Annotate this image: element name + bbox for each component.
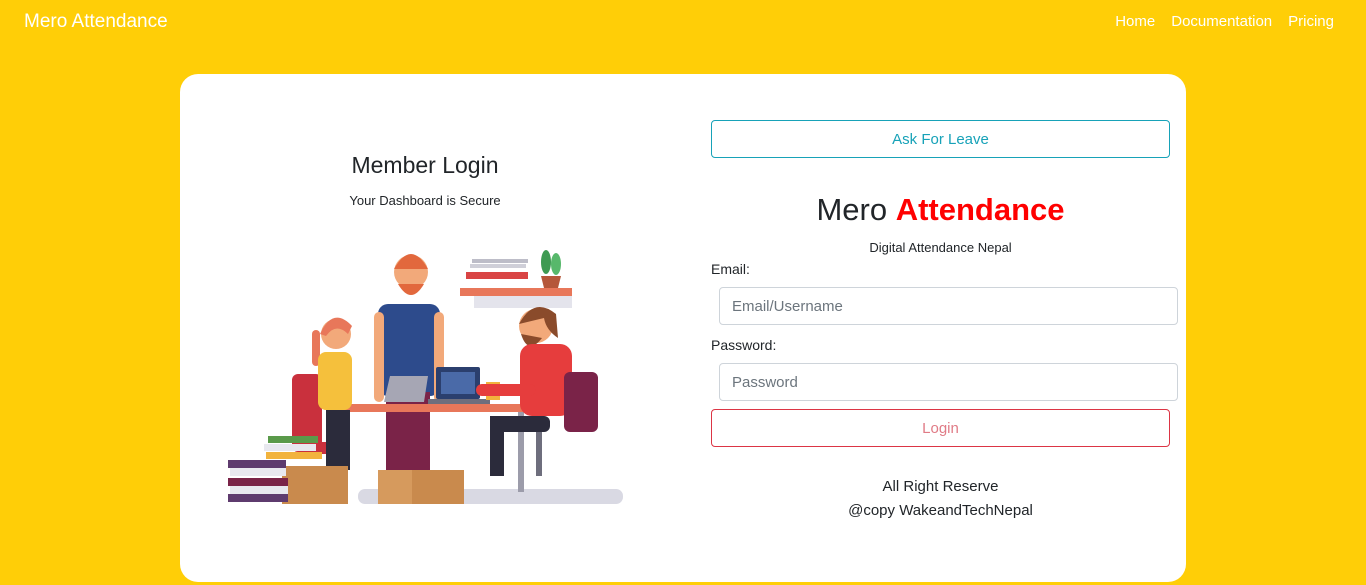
nav-pricing-link[interactable]: Pricing [1288,13,1334,30]
app-title-part1: Mero [816,192,888,227]
login-card: Member Login Your Dashboard is Secure As… [180,74,1186,582]
email-label: Email: [711,261,750,277]
brand-link[interactable]: Mero Attendance [24,11,168,33]
app-title-part2: Attendance [895,192,1065,227]
password-label: Password: [711,337,777,353]
member-login-title: Member Login [351,152,499,178]
email-input[interactable] [719,287,1178,325]
nav-links: Home Documentation Pricing [1115,13,1334,30]
member-login-subtitle: Your Dashboard is Secure [349,193,501,208]
login-form-panel: Ask For Leave Mero Attendance Digital At… [711,120,1178,523]
nav-documentation-link[interactable]: Documentation [1171,13,1272,30]
footer: All Right Reserve @copy WakeandTechNepal [711,475,1170,523]
team-working-illustration [228,250,623,504]
ask-for-leave-button[interactable]: Ask For Leave [711,120,1170,158]
login-button[interactable]: Login [711,409,1170,447]
app-subtitle: Digital Attendance Nepal [869,240,1012,255]
footer-rights: All Right Reserve [882,478,999,495]
password-input[interactable] [719,363,1178,401]
footer-copyright: @copy WakeandTechNepal [848,502,1033,519]
nav-home-link[interactable]: Home [1115,13,1155,30]
top-navbar: Mero Attendance Home Documentation Prici… [0,0,1366,46]
app-title: Mero Attendance [711,192,1170,228]
login-heading-block: Member Login Your Dashboard is Secure [345,152,505,208]
